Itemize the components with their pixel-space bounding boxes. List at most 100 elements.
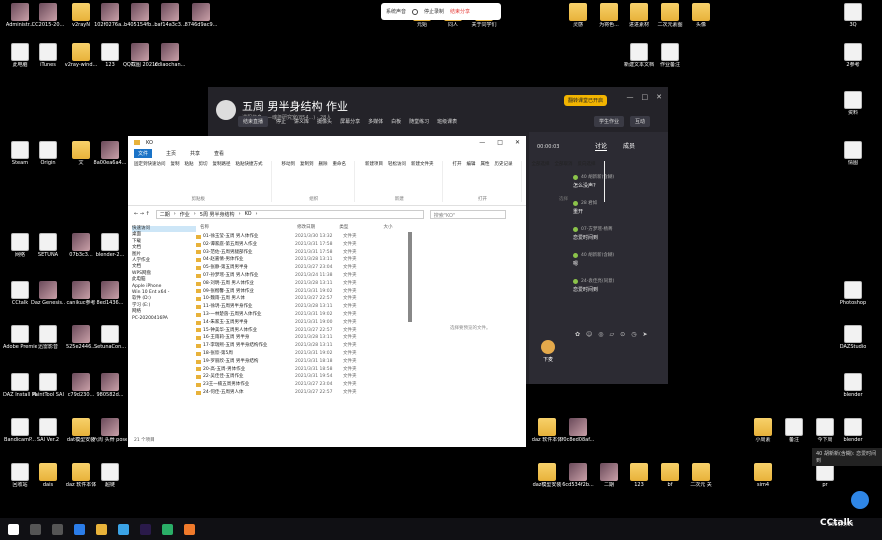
desktop-icon[interactable]: 2参考 (836, 43, 870, 68)
close-icon[interactable]: ✕ (515, 139, 520, 146)
ribbon-button[interactable]: 固定到快速访问 (134, 161, 166, 167)
ribbon-button[interactable]: 新建文件夹 (411, 161, 434, 167)
desktop-icon[interactable]: blender (836, 418, 870, 443)
table-row[interactable]: 22-吴佳佳-五周作业 2021/3/31 19:54 文件夹 (196, 373, 408, 381)
desktop-icon[interactable]: 资料 (836, 91, 870, 116)
wechat-icon[interactable] (162, 523, 173, 535)
ribbon-button[interactable]: 粘贴 (185, 161, 194, 167)
desktop-icon[interactable]: ddiaochan... (153, 43, 187, 68)
nav-arrows-icon[interactable]: ← → ↑ (134, 211, 150, 217)
search-icon[interactable] (30, 523, 41, 535)
ribbon-button[interactable]: 复制到 (300, 161, 314, 167)
desktop-icon[interactable]: blender (836, 373, 870, 398)
ribbon-button[interactable]: 粘贴快捷方式 (236, 161, 263, 167)
ribbon-button[interactable]: 属性 (481, 161, 490, 167)
column-header[interactable]: 名称 (200, 224, 297, 230)
chat-tool-icon[interactable]: ✿ (575, 331, 580, 338)
desktop-icon[interactable]: 为将色... (592, 3, 626, 28)
breadcrumb[interactable]: 作业 (180, 211, 190, 218)
table-row[interactable]: 10-魏雨-五周 男人体 2021/3/27 22:57 文件夹 (196, 295, 408, 303)
desktop-icon[interactable]: 二次元 关 (684, 463, 718, 488)
chat-tool-icon[interactable]: ⊙ (620, 331, 625, 338)
ribbon-button[interactable]: 轻松访问 (388, 161, 406, 167)
column-header[interactable]: 修改日期 (297, 224, 339, 230)
table-row[interactable]: 14-朱家玉-五周男半身 2021/3/31 19:00 文件夹 (196, 319, 408, 327)
desktop-icon[interactable]: Daz Genesis... (31, 281, 65, 306)
chat-tool-icon[interactable]: ☺ (586, 331, 592, 338)
desktop-icon[interactable]: DAZStudio (836, 325, 870, 350)
search-input[interactable]: 搜索"KO" (429, 209, 506, 219)
desktop-icon[interactable]: 123 (622, 463, 656, 488)
breadcrumb[interactable]: 5周 男半身结构 (200, 211, 235, 218)
ribbon-button[interactable]: 全部选择 (532, 161, 550, 167)
table-row[interactable]: 03-范佐-五周男腿部作业 2021/3/31 17:58 文件夹 (196, 249, 408, 257)
ribbon-button[interactable]: 删除 (319, 161, 328, 167)
maximize-icon[interactable]: □ (497, 139, 503, 146)
stop-recording-button[interactable]: 停止录制 (424, 8, 444, 15)
address-bar[interactable]: 二期 › 作业 › 5周 男半身结构 › KO › (155, 209, 424, 219)
table-row[interactable]: 23王一楠五周男体作业 2021/3/27 23:04 文件夹 (196, 381, 408, 389)
ribbon-tab[interactable]: 共享 (190, 150, 200, 157)
ribbon-tab[interactable]: 主页 (166, 150, 176, 157)
desktop-icon[interactable]: 迅雷影音 (31, 325, 65, 350)
ribbon-button[interactable]: 编辑 (467, 161, 476, 167)
start-icon[interactable] (8, 523, 19, 535)
desktop-icon[interactable]: daz 软件本体 (530, 418, 564, 443)
desktop-icon[interactable]: 进进素材 (622, 3, 656, 28)
ribbon-button[interactable]: 打开 (453, 161, 462, 167)
desktop-icon[interactable]: 102f0276a... (93, 3, 127, 28)
table-row[interactable]: 02-谭家庭-第五周男人作业 2021/3/31 17:58 文件夹 (196, 241, 408, 249)
toolbar-button[interactable]: 随堂练习 (409, 118, 429, 125)
column-header[interactable]: 大小 (384, 224, 410, 230)
table-row[interactable]: 11-徐玥-五周男半身作业 2021/3/28 13:11 文件夹 (196, 303, 408, 311)
desktop-icon[interactable]: 3Q (836, 3, 870, 28)
ribbon-button[interactable]: 反向选择 (578, 161, 596, 167)
desktop-icon[interactable]: 8ed1436... (93, 281, 127, 306)
cctalk-icon[interactable] (184, 523, 195, 535)
desktop-icon[interactable]: 作业备注 (653, 43, 687, 68)
desktop-icon[interactable]: dais (31, 463, 65, 488)
ribbon-button[interactable]: 复制路径 (213, 161, 231, 167)
table-row[interactable]: 15-钟美华-五周男人体作业 2021/3/27 22:57 文件夹 (196, 327, 408, 335)
desktop-icon[interactable]: baf14a3c3... (153, 3, 187, 28)
window-control-icon[interactable]: □ (642, 93, 649, 101)
flipped-class-badge[interactable]: 翻转课堂已开启 (564, 95, 608, 106)
toolbar-button[interactable]: 班级课表 (437, 118, 457, 125)
table-row[interactable]: 08-刘明-五周 男人体作业 2021/3/28 13:11 文件夹 (196, 280, 408, 288)
ribbon-button[interactable]: 新建项目 (365, 161, 383, 167)
ribbon-button[interactable]: 复制 (171, 161, 180, 167)
ribbon-tab[interactable]: 查看 (214, 150, 224, 157)
toolbar-button[interactable]: 多媒体 (368, 118, 383, 125)
toolbar-button[interactable]: 讲义库 (294, 118, 309, 125)
toolbar-button[interactable]: 摄像头 (317, 118, 332, 125)
desktop-icon[interactable]: bf (653, 463, 687, 488)
chat-tool-icon[interactable]: ▱ (610, 331, 615, 338)
desktop-icon[interactable]: 情图 (836, 141, 870, 166)
desktop-icon[interactable]: QQ截图 20210327... (123, 43, 157, 68)
end-share-button[interactable]: 结束分享 (450, 8, 470, 15)
window-control-icon[interactable]: ✕ (656, 93, 662, 101)
desktop-icon[interactable]: pr (808, 463, 842, 488)
desktop-icon[interactable]: 二次元素图 (653, 3, 687, 28)
ribbon-button[interactable]: 移动到 (282, 161, 296, 167)
desktop-icon[interactable]: 六周 头骨 pose 动态... (93, 418, 127, 443)
nav-item[interactable]: PC-20200416PA (132, 316, 196, 322)
desktop-icon[interactable]: blender-2... (93, 233, 127, 258)
table-row[interactable]: 19-罗丽欣-五周 男半身结构 2021/3/31 18:18 文件夹 (196, 358, 408, 366)
edge-icon[interactable] (74, 523, 85, 535)
desktop-icon[interactable]: 8a00ea6a4... (93, 141, 127, 166)
table-row[interactable]: 01-徐玉莹-五周 男人体作业 2021/3/30 13:32 文件夹 (196, 233, 408, 241)
explorer-icon[interactable] (96, 523, 107, 535)
toolbar-button[interactable]: 白板 (391, 118, 401, 125)
desktop-icon[interactable]: sim4 (746, 463, 780, 488)
scrollbar[interactable] (408, 232, 412, 322)
breadcrumb[interactable]: 二期 (160, 211, 170, 218)
ribbon-button[interactable]: 历史记录 (495, 161, 513, 167)
desktop-icon[interactable]: Origin (31, 141, 65, 166)
table-row[interactable]: 07-孙梦瑶-五周 男人体作业 2021/3/24 11:38 文件夹 (196, 272, 408, 280)
desktop-icon[interactable]: b405154fb... (123, 3, 157, 28)
ribbon-button[interactable]: 重命名 (333, 161, 347, 167)
desktop-icon[interactable]: 6cd534f2b... (561, 463, 595, 488)
ribbon-button[interactable]: 剪切 (199, 161, 208, 167)
desktop-icon[interactable]: SetunaCon... (93, 325, 127, 350)
